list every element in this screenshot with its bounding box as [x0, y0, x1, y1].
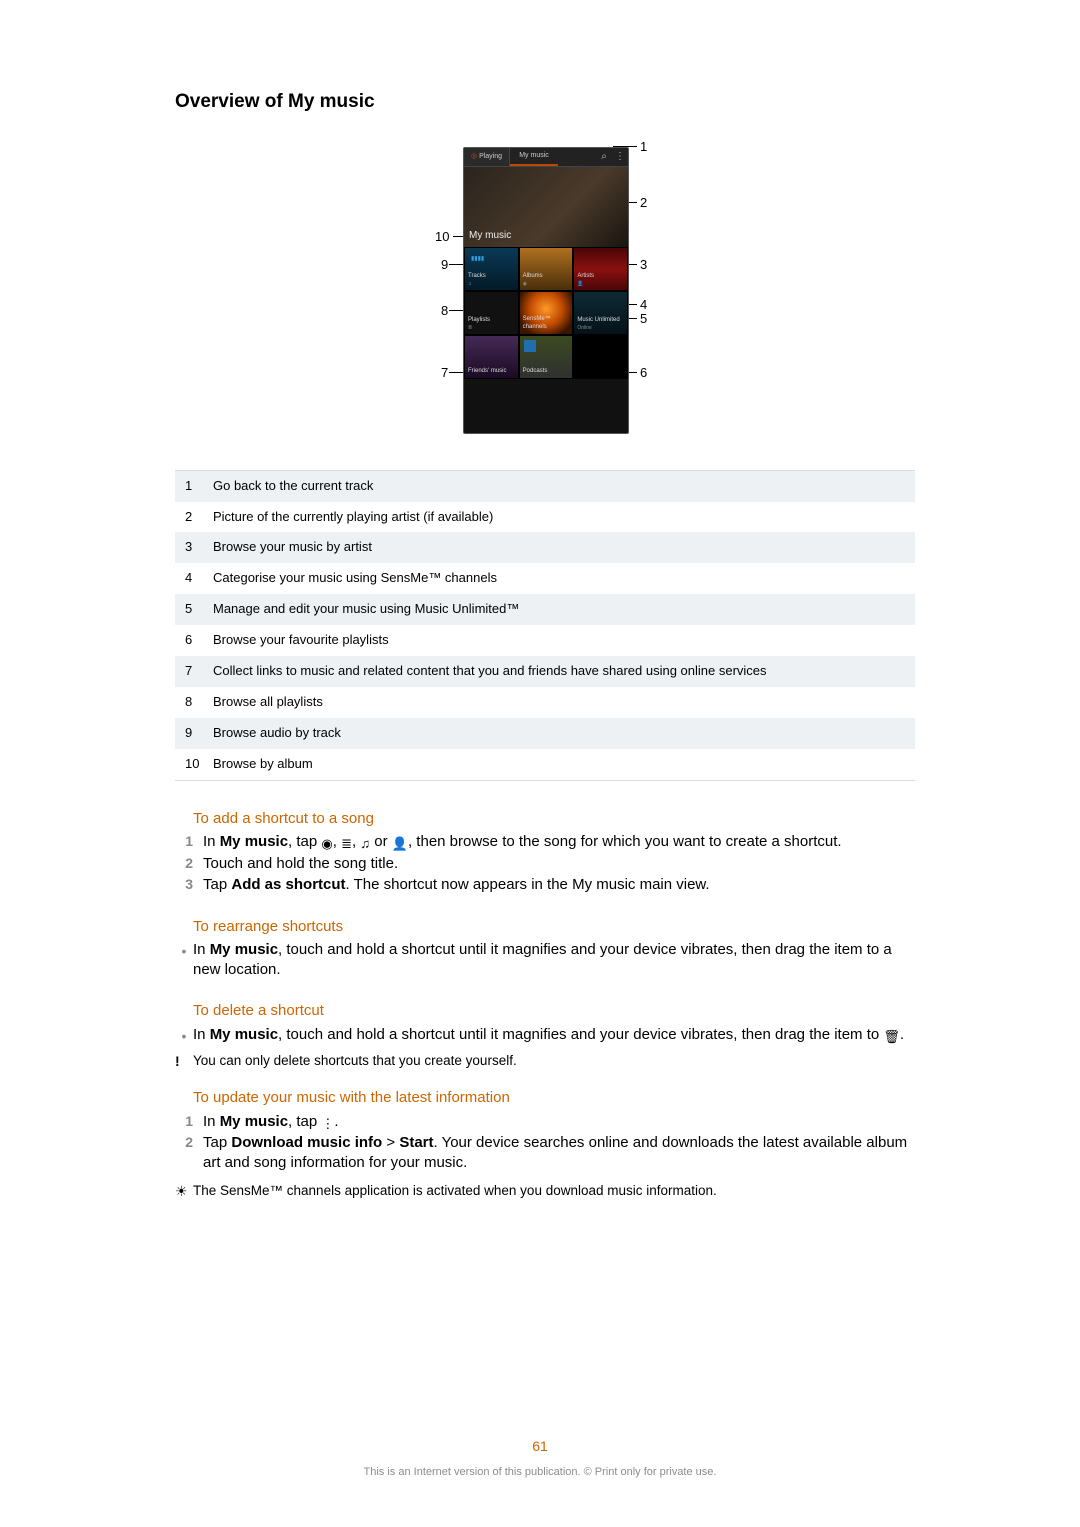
tile-sensme: SensMe™ channels [519, 291, 574, 335]
disc-icon: ◉ [321, 837, 332, 850]
table-row: 10Browse by album [175, 749, 915, 780]
note-delete: ! You can only delete shortcuts that you… [175, 1052, 915, 1070]
document-page: Overview of My music 1 2 3 4 5 6 7 8 9 1… [0, 0, 1080, 1527]
hero-image: My music [464, 167, 628, 247]
tile-albums: Albums◉ [519, 247, 574, 291]
table-row: 9Browse audio by track [175, 718, 915, 749]
tile-tracks: ▮▮▮▮ Tracks♫ [464, 247, 519, 291]
overflow-icon: ⋮ [612, 150, 628, 163]
page-title: Overview of My music [175, 90, 915, 115]
section-heading: To update your music with the latest inf… [193, 1088, 915, 1108]
tile-artists: Artists👤 [573, 247, 628, 291]
tab-mymusic: My music [510, 148, 558, 166]
list-item: 3 Tap Add as shortcut. The shortcut now … [175, 875, 915, 895]
table-row: 8Browse all playlists [175, 687, 915, 718]
phone-screenshot: ◎ Playing My music ⌕ ⋮ My music ▮▮▮▮ Tra… [463, 147, 629, 434]
tile-podcasts: Podcasts [519, 335, 574, 379]
steps-add-shortcut: 1 In My music, tap ◉, ≣, ♫ or 👤, then br… [175, 832, 915, 895]
tile-music-unlimited: Music UnlimitedOnline [573, 291, 628, 335]
tile-empty [573, 335, 628, 379]
callout-8: 8 [441, 303, 448, 320]
section-heading: To rearrange shortcuts [193, 917, 915, 937]
list-item: 2 Tap Download music info > Start. Your … [175, 1133, 915, 1172]
overflow-icon: ⋮ [321, 1117, 334, 1130]
legend-table: 1Go back to the current track 2Picture o… [175, 470, 915, 781]
tab-playing: ◎ Playing [464, 148, 510, 166]
footer-text: This is an Internet version of this publ… [0, 1465, 1080, 1479]
section-heading: To add a shortcut to a song [193, 809, 915, 829]
steps-rearrange: • In My music, touch and hold a shortcut… [175, 940, 915, 979]
callout-3: 3 [640, 257, 647, 274]
trash-icon: 🗑 [883, 1030, 900, 1043]
table-row: 2Picture of the currently playing artist… [175, 502, 915, 533]
search-icon: ⌕ [596, 150, 612, 163]
callout-6: 6 [640, 365, 647, 382]
callout-5: 5 [640, 311, 647, 328]
callout-7: 7 [441, 365, 448, 382]
tip-update: The SensMe™ channels application is acti… [175, 1182, 915, 1200]
list-item: 1 In My music, tap ⋮. [175, 1112, 915, 1132]
table-row: 4Categorise your music using SensMe™ cha… [175, 563, 915, 594]
section-heading: To delete a shortcut [193, 1001, 915, 1021]
callout-9: 9 [441, 257, 448, 274]
list-item: • In My music, touch and hold a shortcut… [175, 1025, 915, 1045]
tile-playlists: Playlists≣ [464, 291, 519, 335]
table-row: 3Browse your music by artist [175, 532, 915, 563]
artist-icon: 👤 [392, 837, 408, 850]
page-number: 61 [0, 1437, 1080, 1455]
steps-delete: • In My music, touch and hold a shortcut… [175, 1025, 915, 1045]
table-row: 1Go back to the current track [175, 471, 915, 502]
table-row: 6Browse your favourite playlists [175, 625, 915, 656]
table-row: 5Manage and edit your music using Music … [175, 594, 915, 625]
callout-10: 10 [435, 229, 449, 246]
note-icon: ♫ [360, 837, 370, 850]
overview-figure: 1 2 3 4 5 6 7 8 9 10 [175, 135, 915, 445]
steps-update: 1 In My music, tap ⋮. 2 Tap Download mus… [175, 1112, 915, 1173]
callout-1: 1 [640, 139, 647, 156]
list-item: 2Touch and hold the song title. [175, 854, 915, 874]
list-item: 1 In My music, tap ◉, ≣, ♫ or 👤, then br… [175, 832, 915, 852]
table-row: 7Collect links to music and related cont… [175, 656, 915, 687]
tile-friends: Friends' music [464, 335, 519, 379]
callout-2: 2 [640, 195, 647, 212]
playlist-icon: ≣ [341, 837, 352, 850]
tip-icon [175, 1182, 193, 1200]
list-item: • In My music, touch and hold a shortcut… [175, 940, 915, 979]
warning-icon: ! [175, 1052, 193, 1070]
